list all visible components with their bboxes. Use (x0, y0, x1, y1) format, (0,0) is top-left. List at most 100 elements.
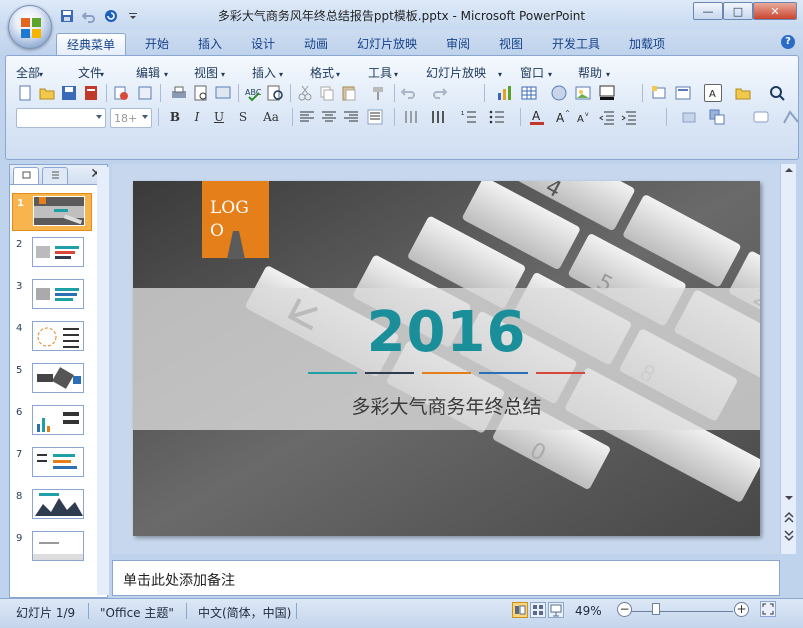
prev-slide-icon[interactable] (783, 510, 795, 524)
print-icon[interactable] (170, 84, 188, 102)
normal-view-button[interactable] (512, 602, 528, 618)
bold-button[interactable]: B (166, 108, 184, 126)
fill-color-icon[interactable] (598, 84, 616, 102)
office-button[interactable] (8, 5, 52, 49)
redo-icon[interactable] (102, 7, 120, 25)
align-left-icon[interactable] (298, 108, 316, 126)
menu-window[interactable]: 窗口 (520, 64, 544, 81)
shape-icon[interactable] (680, 108, 698, 126)
menu-edit[interactable]: 编辑 (136, 64, 160, 81)
slide-thumbnail-6[interactable]: 6 (12, 403, 92, 441)
notes-pane[interactable]: 单击此处添加备注 (112, 560, 780, 596)
open-icon[interactable] (38, 84, 56, 102)
minimize-button[interactable]: — (693, 2, 723, 20)
menu-file[interactable]: 文件 (78, 64, 102, 81)
format-painter-icon[interactable] (370, 84, 388, 102)
slide-thumbnail-7[interactable]: 7 (12, 445, 92, 483)
language-status[interactable]: 中文(简体，中国) (198, 604, 291, 621)
picture-icon[interactable] (574, 84, 592, 102)
menu-slideshow[interactable]: 幻灯片放映 (426, 64, 486, 81)
find-icon[interactable] (768, 84, 786, 102)
tab-view[interactable]: 视图 (489, 33, 533, 56)
slide-canvas[interactable]: 4 2 5 8 0 LOGO 2016 多彩大气商务年终总结 (133, 181, 760, 536)
undo-toolbar-icon[interactable] (400, 84, 418, 102)
align-right-icon[interactable] (342, 108, 360, 126)
new-slide-icon[interactable] (650, 84, 668, 102)
tab-design[interactable]: 设计 (241, 33, 285, 56)
slide-thumbnail-4[interactable]: 4 (12, 319, 92, 357)
customize-icon[interactable] (124, 7, 142, 25)
scroll-up-icon[interactable] (783, 164, 795, 176)
arrange-icon[interactable] (708, 108, 726, 126)
shrink-font-icon[interactable]: Av (574, 108, 592, 126)
align-center-icon[interactable] (320, 108, 338, 126)
tab-home[interactable]: 开始 (135, 33, 179, 56)
close-button[interactable]: ✕ (753, 2, 797, 20)
textbox-icon[interactable]: A (704, 84, 722, 102)
maximize-button[interactable]: □ (723, 2, 753, 20)
decrease-indent-icon[interactable] (598, 108, 616, 126)
next-slide-icon[interactable] (783, 528, 795, 542)
folder-icon[interactable] (734, 84, 752, 102)
slide-thumbnail-2[interactable]: 2 (12, 235, 92, 273)
slide-thumbnail-1[interactable]: 1 (12, 193, 92, 231)
redo-toolbar-icon[interactable] (430, 84, 448, 102)
zoom-in-button[interactable]: + (734, 602, 749, 617)
pdf-icon[interactable] (82, 84, 100, 102)
fit-to-window-icon[interactable] (760, 601, 776, 617)
screen-icon[interactable] (214, 84, 232, 102)
slide-thumbnail-3[interactable]: 3 (12, 277, 92, 315)
tab-insert[interactable]: 插入 (188, 33, 232, 56)
layout-icon[interactable] (674, 84, 692, 102)
slide-thumbnail-5[interactable]: 5 (12, 361, 92, 399)
clipart-icon[interactable] (550, 84, 568, 102)
copy-icon[interactable] (318, 84, 336, 102)
cut-icon[interactable] (296, 84, 314, 102)
menu-tools[interactable]: 工具 (368, 64, 392, 81)
help-icon[interactable]: ? (781, 35, 795, 49)
tab-slideshow[interactable]: 幻灯片放映 (347, 33, 427, 56)
menu-format[interactable]: 格式 (310, 64, 334, 81)
slide-thumbnail-9[interactable]: 9 (12, 529, 92, 567)
change-case-button[interactable]: Aa (258, 108, 284, 126)
numbering-icon[interactable]: 1 (460, 108, 478, 126)
tab-review[interactable]: 审阅 (436, 33, 480, 56)
menu-view[interactable]: 视图 (194, 64, 218, 81)
table-icon[interactable] (520, 84, 538, 102)
paste-icon[interactable] (340, 84, 358, 102)
underline-button[interactable]: U (210, 108, 228, 126)
grow-font-icon[interactable]: A ^ (554, 108, 572, 126)
italic-button[interactable]: I (188, 108, 206, 126)
save-doc-icon[interactable] (60, 84, 78, 102)
undo-icon[interactable] (80, 7, 98, 25)
zoom-out-button[interactable]: − (617, 602, 632, 617)
slides-pane-scrollbar[interactable] (97, 167, 109, 595)
tab-developer[interactable]: 开发工具 (542, 33, 610, 56)
tab-classic-menu[interactable]: 经典菜单 (56, 33, 127, 56)
menu-help[interactable]: 帮助 (578, 64, 602, 81)
chart-icon[interactable] (496, 84, 514, 102)
slide-thumbnail-8[interactable]: 8 (12, 487, 92, 525)
zoom-slider-thumb[interactable] (652, 603, 660, 615)
columns-icon[interactable] (430, 108, 448, 126)
permission-icon[interactable] (112, 84, 130, 102)
font-color-icon[interactable]: A (528, 108, 546, 126)
bullets-icon[interactable] (488, 108, 506, 126)
outline-tab[interactable] (42, 167, 68, 184)
increase-indent-icon[interactable] (620, 108, 638, 126)
menu-insert[interactable]: 插入 (252, 64, 276, 81)
tab-animation[interactable]: 动画 (294, 33, 338, 56)
attach-icon[interactable] (136, 84, 154, 102)
zoom-level[interactable]: 49% (575, 604, 602, 618)
text-direction-icon[interactable] (402, 108, 420, 126)
font-name-combo[interactable] (16, 108, 106, 128)
slides-tab[interactable] (13, 167, 39, 184)
scroll-down-icon[interactable] (783, 492, 795, 504)
editor-scrollbar[interactable] (780, 164, 796, 554)
new-icon[interactable] (16, 84, 34, 102)
menu-all[interactable]: 全部 (16, 64, 40, 81)
theme-status[interactable]: "Office 主题" (100, 604, 174, 621)
zoom-slider[interactable] (631, 611, 733, 612)
spelling-icon[interactable]: ABC (244, 84, 262, 102)
justify-icon[interactable] (366, 108, 384, 126)
